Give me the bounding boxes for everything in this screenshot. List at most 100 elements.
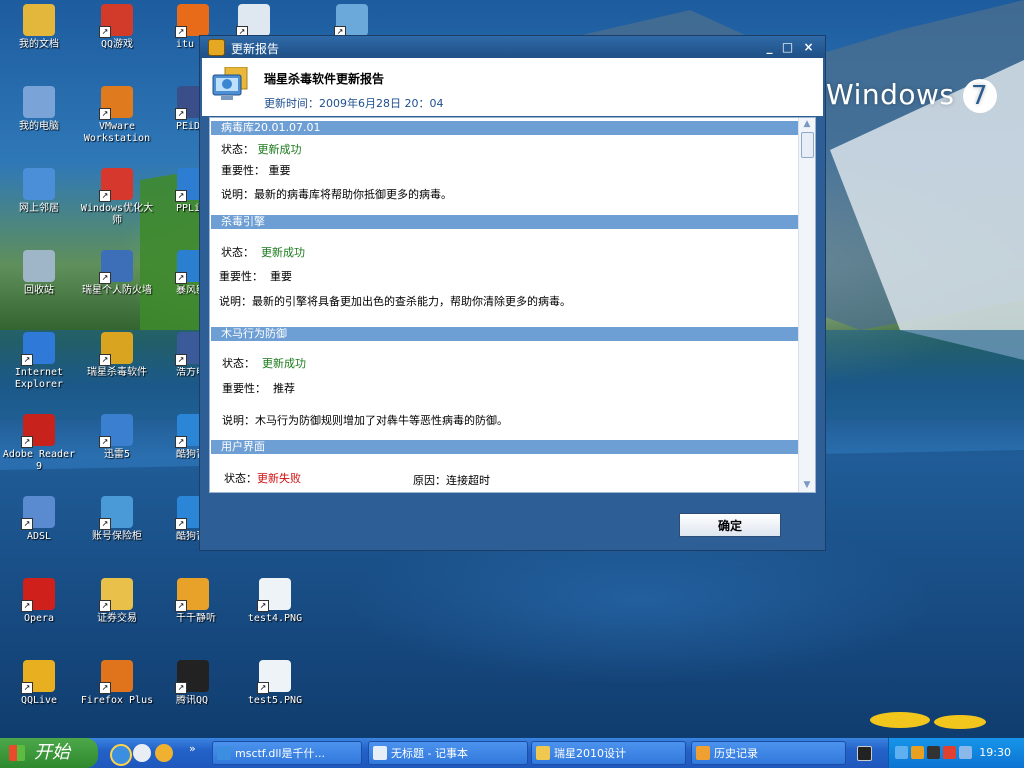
folder-icon: ↗ bbox=[99, 578, 133, 612]
desktop-icon[interactable]: ↗ VMware Workstation bbox=[78, 86, 156, 145]
shortcut-arrow-icon: ↗ bbox=[175, 108, 187, 120]
network-places-icon bbox=[23, 168, 55, 200]
status-row: 状态：更新失败 bbox=[224, 470, 301, 486]
desktop-icon-label: 瑞星个人防火墙 bbox=[82, 285, 152, 296]
status-label: 状态： bbox=[222, 357, 255, 370]
desktop-icon[interactable]: ↗ Windows优化大师 bbox=[78, 168, 156, 227]
desktop-icon[interactable]: ↗ Opera bbox=[0, 578, 78, 625]
scroll-down-icon[interactable]: ▼ bbox=[800, 479, 814, 492]
status-value: 更新成功 bbox=[262, 357, 306, 370]
desktop-icon[interactable]: ↗ test5.PNG bbox=[236, 660, 314, 707]
shortcut-arrow-icon: ↗ bbox=[175, 518, 187, 530]
shortcut-arrow-icon: ↗ bbox=[99, 272, 111, 284]
desktop-icon[interactable]: 回收站 bbox=[0, 250, 78, 297]
scroll-thumb[interactable] bbox=[801, 132, 814, 158]
quicklaunch-overflow-icon[interactable]: » bbox=[189, 742, 196, 755]
vmware-icon: ↗ bbox=[99, 86, 133, 120]
antivirus-tray-icon[interactable] bbox=[943, 746, 956, 759]
itunes-icon: ↗ bbox=[175, 4, 209, 38]
quicklaunch-qq-icon[interactable] bbox=[155, 744, 173, 762]
maximize-button[interactable]: □ bbox=[780, 40, 795, 54]
reason-label: 原因： bbox=[413, 474, 446, 487]
desktop-icon[interactable]: 网上邻居 bbox=[0, 168, 78, 215]
shortcut-arrow-icon: ↗ bbox=[175, 26, 187, 38]
volume-icon[interactable] bbox=[959, 746, 972, 759]
description-label: 说明： bbox=[221, 188, 254, 201]
report-section-virus-db: 病毒库20.01.07.01 bbox=[211, 121, 799, 135]
shortcut-arrow-icon: ↗ bbox=[99, 682, 111, 694]
ttplayer-icon: ↗ bbox=[175, 578, 209, 612]
desktop-icon[interactable]: ↗ QQLive bbox=[0, 660, 78, 707]
vertical-scrollbar[interactable]: ▲ ▼ bbox=[798, 118, 815, 492]
desktop-icon[interactable]: ↗ 瑞星个人防火墙 bbox=[78, 250, 156, 297]
report-section-trojan-defense: 木马行为防御 bbox=[211, 327, 799, 341]
windows-flag-icon bbox=[9, 745, 25, 761]
desktop-icon-label: 我的文档 bbox=[19, 39, 59, 50]
status-value: 更新失败 bbox=[257, 472, 301, 485]
desktop-icon[interactable]: ↗ bbox=[236, 4, 272, 39]
desktop-icon[interactable]: ↗ Internet Explorer bbox=[0, 332, 78, 391]
report-section-user-interface: 用户界面 bbox=[211, 440, 799, 454]
start-button[interactable]: 开始 bbox=[0, 738, 98, 768]
shortcut-arrow-icon: ↗ bbox=[175, 682, 187, 694]
close-button[interactable]: × bbox=[801, 40, 816, 54]
reason-row: 原因：连接超时 bbox=[413, 472, 490, 488]
desktop-icon-label: test4.PNG bbox=[247, 613, 303, 624]
network-icon[interactable] bbox=[895, 746, 908, 759]
keyboard-icon[interactable] bbox=[857, 746, 872, 761]
dialog-title: 更新报告 bbox=[231, 42, 280, 56]
ok-button[interactable]: 确定 bbox=[679, 513, 781, 537]
account-safe-icon: ↗ bbox=[99, 496, 133, 530]
desktop-icon[interactable]: ↗ 瑞星杀毒软件 bbox=[78, 332, 156, 379]
update-time-label: 更新时间： bbox=[264, 97, 319, 110]
desktop-icon-label: VMware Workstation bbox=[83, 121, 151, 144]
update-report-dialog: 更新报告 _ □ × 瑞星杀毒软件更新报告 更新时间：2009年6月28日 20… bbox=[199, 35, 826, 551]
report-content-panel[interactable]: 病毒库20.01.07.01 状态： 更新成功 重要性： 重要 说明：最新的病毒… bbox=[209, 117, 816, 493]
importance-value: 重要 bbox=[268, 164, 291, 177]
desktop-icon-label: Windows优化大师 bbox=[80, 203, 154, 226]
qq-icon: ↗ bbox=[175, 660, 209, 694]
notepad-icon bbox=[373, 746, 387, 760]
thunder-icon: ↗ bbox=[99, 414, 133, 448]
desktop-icon[interactable]: 我的电脑 bbox=[0, 86, 78, 133]
desktop-icon[interactable]: ↗ QQ游戏 bbox=[78, 4, 156, 51]
desktop-icon[interactable]: ↗ 证券交易 bbox=[78, 578, 156, 625]
desktop-icon[interactable]: ↗ ADSL bbox=[0, 496, 78, 543]
status-row: 状态： 更新成功 bbox=[222, 355, 306, 371]
scroll-up-icon[interactable]: ▲ bbox=[800, 118, 814, 131]
desktop-icon[interactable]: ↗ Adobe Reader 9 bbox=[0, 414, 78, 473]
desktop-icon[interactable]: ↗ 腾讯QQ bbox=[154, 660, 232, 707]
desktop-icon-label: 账号保险柜 bbox=[92, 531, 142, 542]
desktop-icon[interactable]: ↗ Firefox Plus bbox=[78, 660, 156, 707]
task-item[interactable]: 瑞星2010设计 bbox=[531, 741, 686, 765]
desktop-icon-label: ADSL bbox=[26, 531, 52, 542]
windows-optimizer-icon: ↗ bbox=[99, 168, 133, 202]
desktop-icon-label: 我的电脑 bbox=[19, 121, 59, 132]
desktop-icon[interactable]: ↗ test4.PNG bbox=[236, 578, 314, 625]
desktop-icon[interactable]: 我的文档 bbox=[0, 4, 78, 51]
task-item[interactable]: 无标题 - 记事本 bbox=[368, 741, 528, 765]
desktop-icon[interactable]: ↗ bbox=[313, 4, 391, 39]
qq-tray-icon[interactable] bbox=[927, 746, 940, 759]
minimize-button[interactable]: _ bbox=[762, 40, 777, 54]
adsl-icon: ↗ bbox=[21, 496, 55, 530]
description-value: 最新的引擎将具备更加出色的查杀能力，帮助你清除更多的病毒。 bbox=[252, 295, 571, 308]
desktop-icon[interactable]: ↗ 账号保险柜 bbox=[78, 496, 156, 543]
desktop-icon[interactable]: ↗ 迅雷5 bbox=[78, 414, 156, 461]
quicklaunch-desktop-icon[interactable] bbox=[133, 744, 151, 762]
shortcut-arrow-icon: ↗ bbox=[257, 682, 269, 694]
opera-icon: ↗ bbox=[21, 578, 55, 612]
importance-label: 重要性： bbox=[222, 382, 266, 395]
quicklaunch-ie-icon[interactable] bbox=[110, 744, 132, 766]
task-item[interactable]: 历史记录 bbox=[691, 741, 846, 765]
task-item[interactable]: msctf.dll是千什... bbox=[212, 741, 362, 765]
section-heading: 木马行为防御 bbox=[211, 327, 799, 341]
importance-value: 推荐 bbox=[273, 382, 295, 395]
shortcut-arrow-icon: ↗ bbox=[175, 436, 187, 448]
desktop-icon[interactable]: ↗ 千千静听 bbox=[154, 578, 232, 625]
desktop-icon-label: Adobe Reader 9 bbox=[2, 449, 76, 472]
rising-tray-icon[interactable] bbox=[911, 746, 924, 759]
desktop-icon-label: 迅雷5 bbox=[103, 449, 131, 460]
dialog-titlebar[interactable]: 更新报告 _ □ × bbox=[200, 36, 825, 58]
description-label: 说明： bbox=[219, 295, 252, 308]
